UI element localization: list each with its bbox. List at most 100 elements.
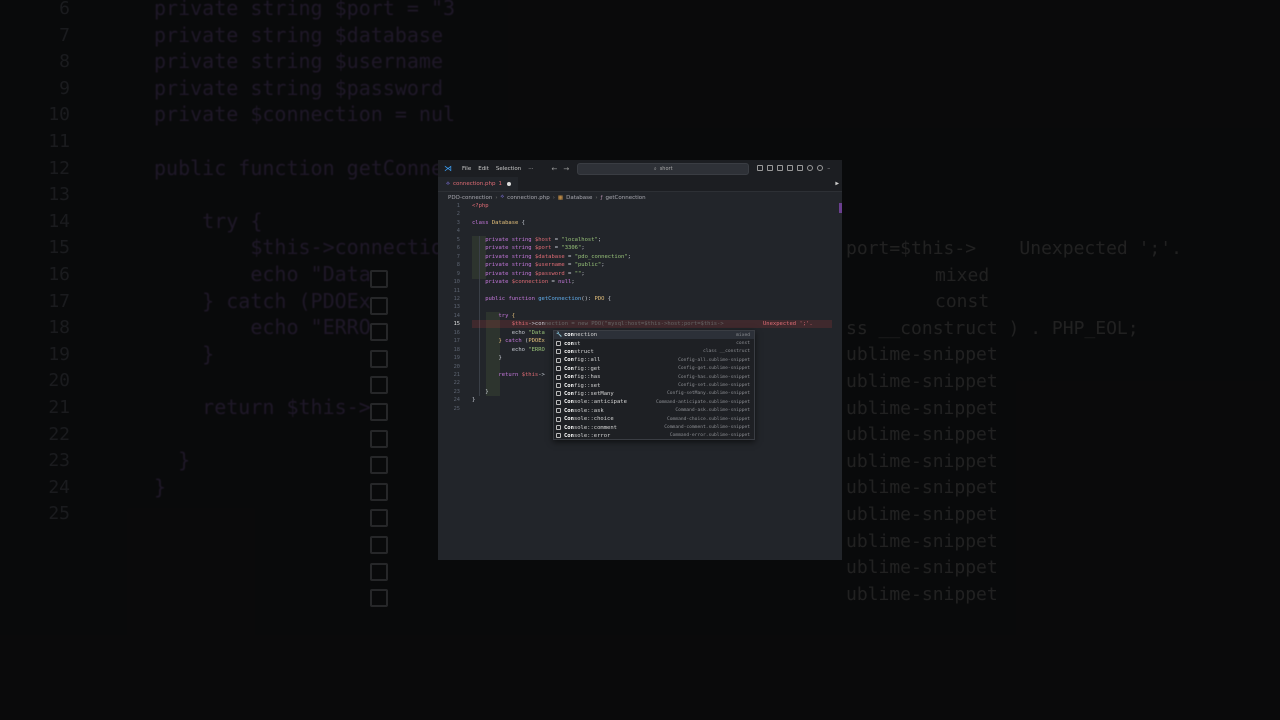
suggestion-label: connection: [564, 332, 598, 339]
chevron-right-icon: ›: [552, 194, 555, 201]
snippet-icon: [556, 383, 561, 389]
suggestion-label: Config::has: [564, 374, 601, 381]
line-number: 16: [453, 329, 460, 336]
forward-arrow-icon[interactable]: →: [563, 165, 569, 173]
suggestion-item[interactable]: Console::ask Command-ask.sublime-snippet: [554, 407, 754, 415]
line-number: 1: [456, 203, 460, 209]
code-line: try {: [498, 312, 516, 319]
extensions-icon[interactable]: [797, 165, 804, 171]
suggestion-item[interactable]: 🔧 connection mixed: [554, 331, 754, 340]
tab-filename: connection.php: [452, 181, 496, 187]
suggestion-detail: Command-ask.sublime-snippet: [675, 408, 750, 414]
suggestion-item[interactable]: Console::choice Command-choice.sublime-sn…: [554, 415, 754, 423]
breadcrumb-class[interactable]: Database: [566, 195, 592, 201]
breadcrumb-method[interactable]: getConnection: [606, 195, 646, 201]
toggle-primary-sidebar-icon[interactable]: [757, 165, 764, 171]
search-text: short: [659, 165, 673, 172]
back-arrow-icon[interactable]: ←: [551, 165, 557, 173]
search-icon: ⌕: [653, 165, 657, 172]
suggestion-label: Console::ask: [564, 407, 604, 414]
line-number: 9: [456, 270, 460, 277]
line-number: 15: [453, 321, 460, 328]
suggestion-item[interactable]: construct class __construct: [554, 348, 754, 356]
menu-bar: File Edit Selection ···: [462, 166, 533, 172]
suggestion-detail: Command-anticipate.sublime-snippet: [655, 399, 750, 405]
suggestion-item[interactable]: Config::setMany Config-setMany.sublime-sn…: [554, 390, 754, 398]
menu-file[interactable]: File: [462, 166, 471, 172]
suggestion-item[interactable]: Config::has Config-has.sublime-snippet: [554, 373, 754, 381]
code-line: private string $port = "3306";: [485, 245, 585, 252]
line-number: 4: [456, 228, 460, 235]
code-line: private $connection = null;: [485, 279, 575, 286]
breadcrumb: PDO-connection › ⟡ connection.php › ▦ Da…: [448, 194, 646, 201]
code-line: $this->connection = new PDO("mysql:host=…: [511, 321, 724, 328]
line-number: 24: [453, 397, 460, 404]
code-line: }: [472, 397, 476, 404]
minimize-icon[interactable]: –: [827, 165, 830, 172]
line-number: 5: [456, 236, 460, 243]
title-bar: ⋊ File Edit Selection ··· ← → ⌕ short –: [438, 160, 842, 177]
suggestion-label: construct: [564, 348, 594, 355]
snippet-icon: [556, 341, 561, 347]
code-line: }: [472, 388, 489, 395]
account-icon[interactable]: [807, 165, 814, 171]
snippet-icon: [556, 425, 561, 431]
chevron-right-icon: ›: [495, 194, 498, 201]
suggestion-item[interactable]: Console::anticipate Command-anticipate.su…: [554, 398, 754, 406]
code-line: private string $password = "";: [485, 270, 585, 277]
menu-selection[interactable]: Selection: [496, 166, 521, 172]
line-number: 12: [453, 295, 460, 302]
suggestion-item[interactable]: Config::get Config-get.sublime-snippet: [554, 365, 754, 373]
line-number: 22: [453, 380, 460, 387]
snippet-icon: [556, 408, 561, 414]
code-line: } catch (PDOEx: [498, 338, 545, 345]
suggestion-detail: Config-all.sublime-snippet: [678, 357, 750, 363]
run-icon[interactable]: ▶: [835, 180, 839, 187]
settings-gear-icon[interactable]: [817, 165, 824, 171]
line-number: 18: [453, 346, 460, 353]
line-number: 20: [453, 363, 460, 370]
menu-more[interactable]: ···: [528, 166, 533, 172]
unsaved-dot-icon[interactable]: [507, 182, 511, 186]
suggestion-item[interactable]: const const: [554, 339, 754, 347]
php-file-icon: ⟡: [500, 194, 505, 200]
suggestion-detail: Config-get.sublime-snippet: [678, 366, 750, 372]
tab-connection-php[interactable]: ⟡ connection.php 1: [438, 177, 518, 191]
line-number: 17: [453, 338, 460, 345]
suggestion-label: const: [564, 340, 581, 347]
scrollbar-marker[interactable]: [839, 203, 842, 213]
suggestion-detail: class __construct: [702, 349, 750, 355]
code-line: }: [472, 355, 502, 362]
code-line: echo "Data: [472, 329, 545, 336]
breadcrumb-file[interactable]: connection.php: [507, 195, 550, 201]
php-file-icon: ⟡: [446, 180, 450, 187]
toggle-secondary-sidebar-icon[interactable]: [777, 165, 784, 171]
suggestion-label: Config::set: [564, 382, 601, 389]
snippet-icon: [556, 416, 561, 422]
suggestion-label: Console::anticipate: [564, 399, 627, 406]
suggestion-detail: Command-choice.sublime-snippet: [667, 416, 750, 422]
menu-edit[interactable]: Edit: [478, 166, 489, 172]
code-line: private string $database = "pdo_connecti…: [485, 253, 631, 260]
suggestion-item[interactable]: Config::all Config-all.sublime-snippet: [554, 356, 754, 364]
toggle-panel-icon[interactable]: [767, 165, 774, 171]
editor-window: ⋊ File Edit Selection ··· ← → ⌕ short –: [438, 160, 842, 560]
suggestion-item[interactable]: Console::comment Command-comment.sublime-…: [554, 423, 754, 431]
command-search-box[interactable]: ⌕ short: [577, 162, 750, 175]
snippet-icon: [556, 366, 561, 372]
customize-layout-icon[interactable]: [787, 165, 794, 171]
line-number: 8: [456, 262, 460, 269]
line-number: 2: [456, 211, 460, 218]
suggestion-item[interactable]: Console::error Command-error.sublime-snip…: [554, 432, 754, 439]
line-number: 21: [453, 372, 460, 378]
code-line: <?php: [472, 203, 489, 209]
code-line: class Database {: [472, 219, 525, 226]
snippet-icon: [556, 357, 561, 363]
autocomplete-suggestions[interactable]: 🔧 connection mixed const const construct class…: [553, 330, 755, 440]
suggestion-item[interactable]: Config::set Config-set.sublime-snippet: [554, 381, 754, 389]
suggestion-label: Console::error: [564, 432, 611, 439]
breadcrumb-folder[interactable]: PDO-connection: [448, 195, 492, 201]
suggestion-label: Console::comment: [564, 424, 617, 431]
code-line: return $this->: [498, 372, 545, 378]
tab-bar: ⟡ connection.php 1 ▶: [438, 177, 842, 192]
